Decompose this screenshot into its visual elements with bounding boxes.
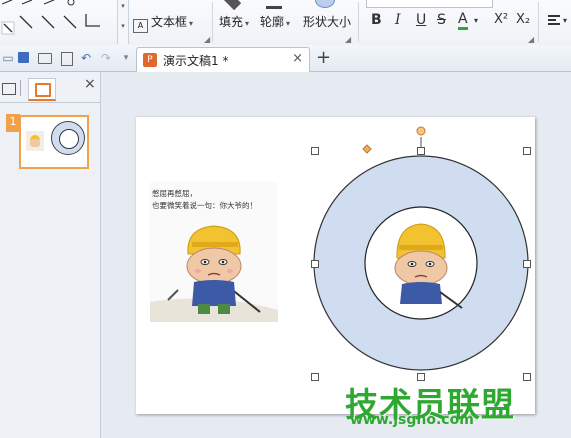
outline-label: 轮廓 bbox=[260, 15, 285, 29]
strikethrough-button[interactable]: S bbox=[437, 12, 446, 28]
resize-handle-n[interactable] bbox=[417, 147, 425, 155]
outline-icon bbox=[2, 83, 16, 95]
close-panel-icon[interactable]: × bbox=[84, 76, 96, 92]
open-icon[interactable]: ▭ bbox=[0, 50, 16, 66]
fill-label: 填充 bbox=[219, 15, 244, 29]
chevron-down-icon[interactable]: ▾ bbox=[563, 16, 567, 25]
slides-panel: × 1 bbox=[0, 72, 101, 438]
slide-number: 1 bbox=[6, 114, 20, 132]
resize-handle-w[interactable] bbox=[311, 260, 319, 268]
quick-access-menu-icon[interactable]: ▾ bbox=[118, 50, 134, 66]
watermark-url: www.jsgho.com bbox=[350, 412, 474, 428]
resize-handle-nw[interactable] bbox=[311, 147, 319, 155]
bold-button[interactable]: B bbox=[371, 12, 382, 28]
save-icon[interactable] bbox=[16, 50, 32, 66]
font-name-box[interactable] bbox=[366, 0, 493, 8]
cartoon-picture[interactable]: 憋屈再憋屈， 也要微笑着说一句：你大爷的！ bbox=[150, 182, 278, 322]
dialog-launcher-icon[interactable]: ◢ bbox=[528, 35, 534, 44]
outline-button[interactable]: 轮廓 ▾ bbox=[260, 12, 290, 32]
tab-document[interactable]: P 演示文稿1 * × bbox=[136, 47, 310, 72]
font-color-button[interactable]: A bbox=[458, 12, 468, 30]
shape-size-label: 形状大小 bbox=[303, 15, 352, 29]
textbox-button[interactable]: A 文本框 ▾ bbox=[133, 12, 194, 33]
align-left-icon[interactable] bbox=[548, 15, 560, 25]
outline-icon bbox=[266, 0, 282, 9]
shape-gallery-icons bbox=[1, 0, 100, 35]
shape-gallery-scroll[interactable]: ▾ ▾ bbox=[117, 0, 129, 44]
textbox-icon: A bbox=[133, 19, 148, 33]
resize-handle-e[interactable] bbox=[523, 260, 531, 268]
slide-thumbnail[interactable] bbox=[19, 115, 89, 169]
cartoon-drawing bbox=[150, 225, 278, 322]
thumbnail-picture bbox=[26, 131, 44, 151]
ribbon: ▾ ▾ A 文本框 ▾ ◢ 填充 ▾ 轮廓 ▾ 形状大小 ◢ B I U S A ▾ X… bbox=[0, 0, 571, 46]
scroll-down-icon[interactable]: ▾ bbox=[118, 0, 128, 12]
shape-size-button[interactable]: 形状大小 bbox=[303, 12, 351, 32]
underline-button[interactable]: U bbox=[416, 12, 426, 28]
slide-view-tab[interactable] bbox=[28, 78, 56, 101]
document-tab-bar: ▭ ↶ ↷ ▾ P 演示文稿1 * × + bbox=[0, 45, 571, 72]
chevron-down-icon: ▾ bbox=[286, 19, 291, 28]
close-tab-icon[interactable]: × bbox=[292, 51, 303, 66]
chevron-down-icon: ▾ bbox=[245, 19, 250, 28]
dialog-launcher-icon[interactable]: ◢ bbox=[345, 35, 351, 44]
divider bbox=[358, 2, 359, 42]
subscript-button[interactable]: X₂ bbox=[516, 12, 530, 27]
superscript-button[interactable]: X² bbox=[494, 12, 508, 27]
more-shapes-icon[interactable]: ▾ bbox=[118, 20, 128, 32]
document-title: 演示文稿1 * bbox=[163, 54, 229, 68]
outline-view-tab[interactable] bbox=[0, 80, 20, 96]
slides-icon bbox=[35, 83, 51, 97]
divider bbox=[20, 80, 21, 96]
print-icon[interactable] bbox=[36, 50, 52, 66]
new-tab-button[interactable]: + bbox=[316, 47, 331, 68]
dialog-launcher-icon[interactable]: ◢ bbox=[204, 35, 210, 44]
divider bbox=[0, 102, 100, 103]
fill-icon bbox=[222, 0, 242, 11]
divider bbox=[212, 2, 213, 42]
presentation-icon: P bbox=[143, 53, 157, 67]
chevron-down-icon: ▾ bbox=[189, 19, 194, 28]
shape-size-icon bbox=[315, 0, 335, 8]
shape-gallery bbox=[0, 0, 110, 44]
resize-handle-sw[interactable] bbox=[311, 373, 319, 381]
preview-icon[interactable] bbox=[58, 50, 74, 66]
textbox-label: 文本框 bbox=[151, 15, 188, 29]
resize-handle-ne[interactable] bbox=[523, 147, 531, 155]
redo-icon[interactable]: ↷ bbox=[98, 50, 114, 66]
divider bbox=[538, 2, 539, 42]
undo-icon[interactable]: ↶ bbox=[78, 50, 94, 66]
chevron-down-icon[interactable]: ▾ bbox=[474, 16, 478, 25]
thumbnail-donut bbox=[51, 121, 85, 155]
resize-handle-se[interactable] bbox=[523, 373, 531, 381]
italic-button[interactable]: I bbox=[395, 12, 401, 28]
fill-button[interactable]: 填充 ▾ bbox=[219, 12, 249, 32]
